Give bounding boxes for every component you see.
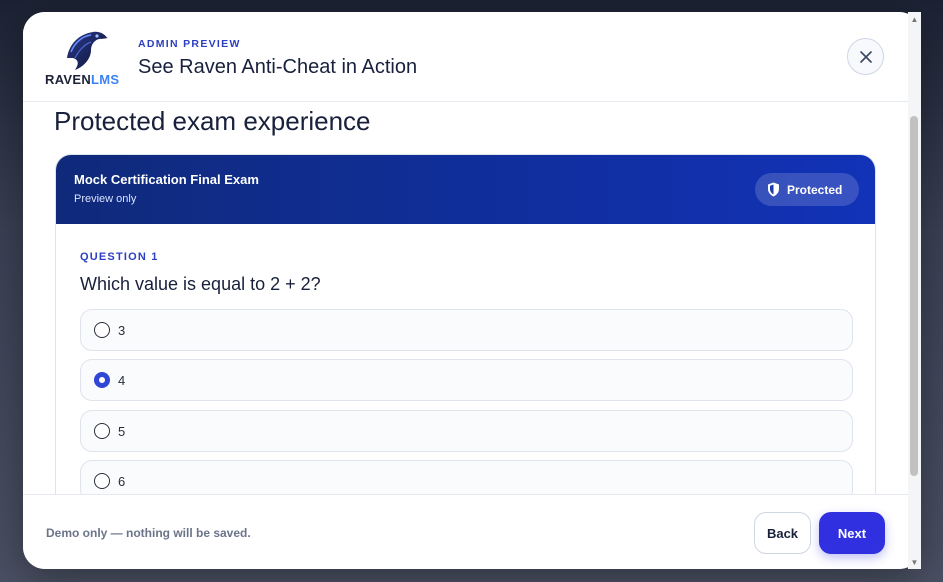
answer-option[interactable]: 5: [80, 410, 853, 452]
close-icon: [859, 50, 872, 63]
question-text: Which value is equal to 2 + 2?: [80, 274, 321, 294]
exam-subtitle: Preview only: [74, 193, 137, 205]
modal-footer: Demo only — nothing will be saved. Back …: [23, 494, 908, 569]
answer-option-label: 4: [118, 372, 126, 388]
vertical-scrollbar[interactable]: ▲ ▼: [908, 12, 921, 569]
radio-button-checked[interactable]: [94, 372, 110, 388]
next-button[interactable]: Next: [819, 512, 885, 554]
protected-badge-label: Protected: [787, 182, 843, 197]
exam-header: Mock Certification Final Exam Preview on…: [56, 155, 875, 224]
shield-icon: [768, 182, 779, 197]
scrollbar-thumb[interactable]: [910, 116, 918, 476]
scroll-down-arrow-icon[interactable]: ▼: [908, 555, 921, 569]
raven-logo-icon: [67, 31, 108, 71]
header-eyebrow: ADMIN PREVIEW: [138, 38, 241, 50]
scroll-up-arrow-icon[interactable]: ▲: [908, 12, 921, 26]
exam-card: Mock Certification Final Exam Preview on…: [55, 154, 876, 494]
modal-title: See Raven Anti-Cheat in Action: [138, 56, 418, 78]
logo-wordmark: RAVENLMS: [45, 72, 120, 87]
radio-button[interactable]: [94, 423, 110, 439]
preview-modal: RAVENLMS ADMIN PREVIEW See Raven Anti-Ch…: [23, 12, 921, 569]
raven-lms-logo: RAVENLMS: [43, 28, 127, 90]
answer-option[interactable]: 6: [80, 460, 853, 494]
modal-header: RAVENLMS ADMIN PREVIEW See Raven Anti-Ch…: [23, 12, 908, 102]
protected-badge: Protected: [755, 173, 859, 206]
radio-button[interactable]: [94, 473, 110, 489]
answer-option-label: 6: [118, 473, 126, 489]
back-button[interactable]: Back: [754, 512, 811, 554]
modal-body: Protected exam experience Mock Certifica…: [23, 102, 908, 494]
radio-button[interactable]: [94, 322, 110, 338]
answer-option[interactable]: 3: [80, 309, 853, 351]
exam-name: Mock Certification Final Exam: [74, 172, 259, 187]
footer-note: Demo only — nothing will be saved.: [46, 526, 251, 540]
close-button[interactable]: [847, 38, 884, 75]
answer-option-label: 3: [118, 322, 126, 338]
answer-option-selected[interactable]: 4: [80, 359, 853, 401]
answer-option-label: 5: [118, 423, 126, 439]
question-number: QUESTION 1: [80, 251, 159, 263]
section-title: Protected exam experience: [54, 106, 371, 136]
